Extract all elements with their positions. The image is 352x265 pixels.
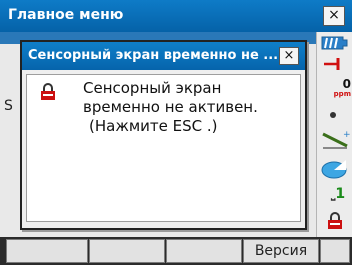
- dialog-close-button[interactable]: ×: [279, 47, 299, 65]
- function-key-bar: Версия: [0, 237, 352, 265]
- laser-icon: [321, 160, 347, 179]
- dialog-body: Сенсорный экран временно не активен. (На…: [26, 74, 301, 222]
- message-line: (Нажмите ESC .): [89, 117, 218, 135]
- version-button[interactable]: Версия: [243, 239, 319, 263]
- function-key-3[interactable]: [166, 239, 242, 263]
- function-key-5[interactable]: [320, 239, 350, 263]
- tilt-icon: +: [322, 130, 351, 149]
- dot-icon: [330, 112, 336, 118]
- message-line: Сенсорный экран: [83, 79, 222, 97]
- battery-icon: [321, 36, 348, 50]
- dialog-title-bar: Сенсорный экран временно не ... ×: [22, 42, 305, 70]
- window-title: Главное меню: [8, 7, 124, 23]
- dialog-title: Сенсорный экран временно не ...: [28, 48, 279, 63]
- lock-icon: [328, 212, 342, 229]
- target-icon: [324, 58, 340, 70]
- status-icon-panel: 0 ppm + ⎵1: [316, 32, 352, 237]
- ppm-icon: 0 ppm: [333, 77, 351, 98]
- svg-text:+: +: [343, 130, 351, 140]
- lock-icon: [41, 83, 55, 100]
- channel-icon: ⎵1: [331, 186, 346, 202]
- title-bar: Главное меню ×: [0, 0, 352, 32]
- touch-disabled-dialog: Сенсорный экран временно не ... × Сенсор…: [20, 40, 307, 230]
- dialog-message: Сенсорный экран временно не активен. (На…: [83, 79, 295, 136]
- function-key-1[interactable]: [6, 239, 88, 263]
- background-partial-label: S: [4, 98, 13, 114]
- function-key-2[interactable]: [89, 239, 165, 263]
- screen: Главное меню × S 0 ppm + ⎵1 Сенсорный эк…: [0, 0, 352, 265]
- window-close-button[interactable]: ×: [323, 6, 345, 26]
- message-line: временно не активен.: [83, 98, 258, 116]
